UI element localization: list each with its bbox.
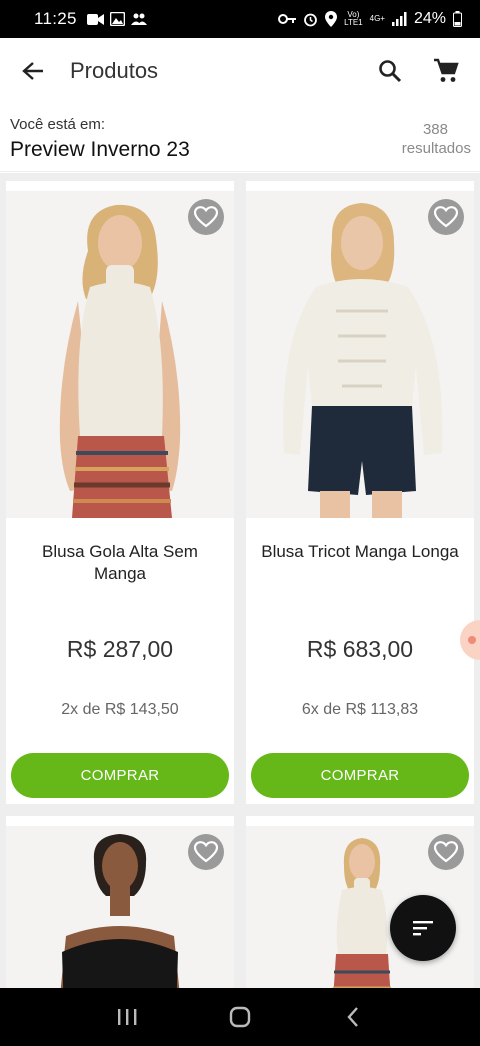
collection-name: Preview Inverno 23 [10,138,190,161]
sort-filter-button[interactable] [390,895,456,961]
product-card[interactable]: Blusa Tricot Manga Longa R$ 683,00 6x de… [246,181,474,804]
product-image[interactable] [6,826,234,988]
buy-button[interactable]: COMPRAR [11,753,229,798]
battery-icon [453,11,462,27]
back-nav-button[interactable] [328,997,378,1037]
system-nav-bar [0,988,480,1046]
signal-type: 4G+ [369,14,385,23]
buy-button[interactable]: COMPRAR [251,753,469,798]
product-installments: 2x de R$ 143,50 [61,701,179,718]
signal-icon [391,12,407,26]
result-count: 388 [422,121,448,138]
product-image[interactable] [6,191,234,518]
product-name[interactable]: Blusa Tricot Manga Longa [256,541,464,563]
recent-apps-icon [117,1009,137,1025]
favorite-button[interactable] [428,834,464,870]
product-card[interactable] [6,816,234,988]
network-indicator: Vo) LTE1 [344,10,363,27]
image-icon [109,12,125,26]
home-button[interactable] [215,997,265,1037]
alarm-icon [304,13,317,26]
app-bar: Produtos [0,38,480,104]
back-button[interactable] [11,49,55,93]
search-icon [379,60,402,83]
heart-icon [194,841,218,863]
sort-icon [413,921,433,936]
battery-level: 24% [413,10,446,27]
arrow-left-icon [22,62,43,80]
location-icon [325,11,338,27]
favorite-button[interactable] [188,834,224,870]
result-label: resultados [401,140,471,157]
people-icon [130,13,147,25]
product-grid: Blusa Gola Alta Sem Manga R$ 287,00 2x d… [0,173,480,988]
favorite-button[interactable] [188,199,224,235]
product-installments: 6x de R$ 113,83 [301,701,419,718]
heart-icon [194,206,218,228]
location-label: Você está em: [10,116,106,133]
model-photo [246,191,474,518]
chevron-left-icon [347,1007,359,1027]
status-bar: 11:25 Vo) LTE1 4G+ 24% [0,0,480,38]
heart-icon [434,206,458,228]
cart-icon [434,58,459,82]
cart-button[interactable] [424,49,468,93]
model-photo [6,191,234,518]
collection-header: Você está em: Preview Inverno 23 388 res… [0,104,480,172]
video-icon [86,13,104,25]
product-name[interactable]: Blusa Gola Alta Sem Manga [16,541,224,585]
product-card[interactable]: Blusa Gola Alta Sem Manga R$ 287,00 2x d… [6,181,234,804]
page-title: Produtos [70,58,159,83]
recent-apps-button[interactable] [102,997,152,1037]
product-price: R$ 287,00 [66,636,174,662]
product-price: R$ 683,00 [306,636,414,662]
favorite-button[interactable] [428,199,464,235]
product-image[interactable] [246,191,474,518]
status-time: 11:25 [34,9,77,28]
search-button[interactable] [368,49,412,93]
heart-icon [434,841,458,863]
key-icon [278,14,297,24]
home-icon [229,1006,251,1028]
widget-dot-icon [468,636,476,644]
